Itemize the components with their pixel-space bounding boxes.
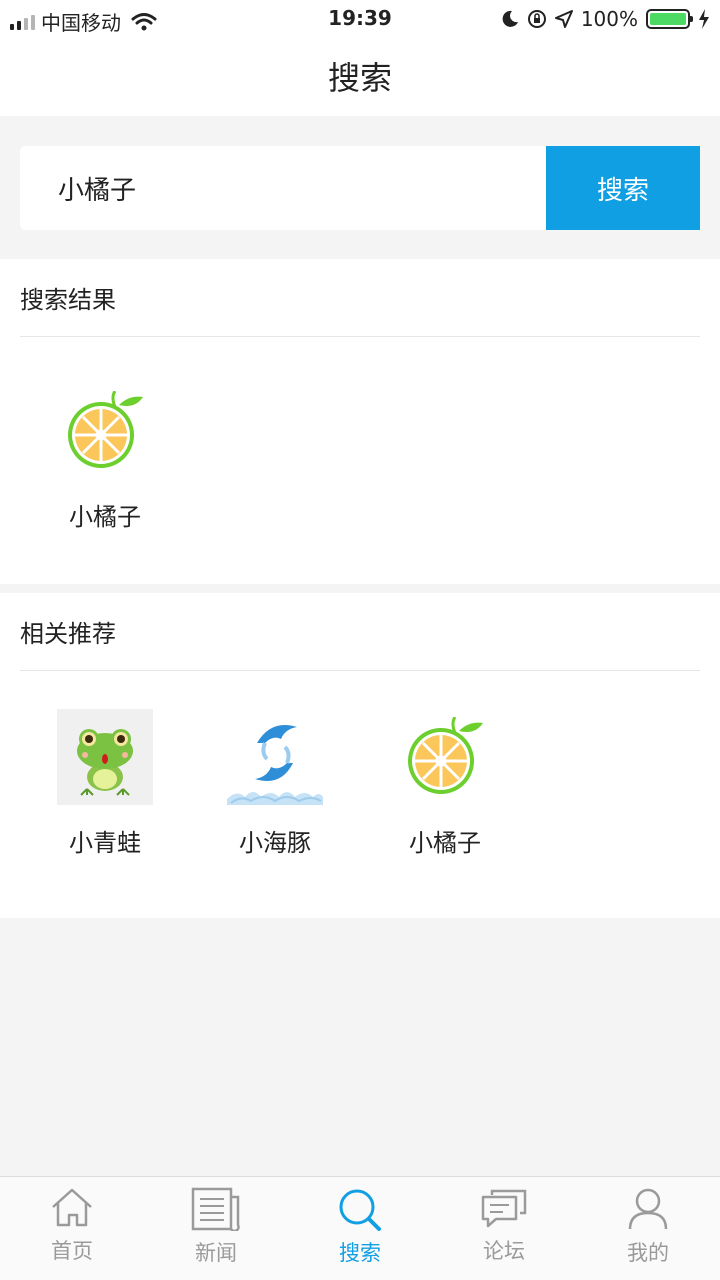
frog-icon (57, 709, 153, 805)
recommend-title: 相关推荐 (20, 593, 700, 671)
nav-bar: 搜索 (0, 36, 720, 116)
recommend-panel: 相关推荐 小青蛙 小海豚 小橘子 (0, 593, 720, 918)
tab-home[interactable]: 首页 (0, 1177, 144, 1280)
search-button[interactable]: 搜索 (546, 146, 700, 230)
location-icon (554, 10, 573, 28)
moon-icon (502, 10, 518, 27)
tab-profile-label: 我的 (627, 1241, 669, 1265)
search-bar: 搜索 (20, 146, 700, 230)
orange-icon (57, 383, 153, 479)
tab-news-label: 新闻 (195, 1241, 237, 1265)
recommend-item-label: 小海豚 (239, 829, 311, 857)
result-item[interactable]: 小橘子 (20, 383, 190, 532)
tab-search[interactable]: 搜索 (288, 1177, 432, 1280)
dolphin-icon (227, 709, 323, 805)
tab-forum-label: 论坛 (483, 1239, 525, 1263)
recommend-item[interactable]: 小海豚 (190, 709, 360, 858)
forum-icon (481, 1189, 527, 1228)
recommend-item[interactable]: 小橘子 (360, 709, 530, 858)
battery-icon (646, 9, 693, 29)
tab-news[interactable]: 新闻 (144, 1177, 288, 1280)
tab-home-label: 首页 (51, 1239, 93, 1263)
search-results-title: 搜索结果 (20, 259, 700, 337)
search-results-panel: 搜索结果 小橘子 (0, 259, 720, 584)
tab-search-label: 搜索 (339, 1241, 381, 1265)
home-icon (52, 1188, 92, 1227)
search-input[interactable] (20, 146, 546, 230)
tab-bar: 首页 新闻 搜索 论坛 我的 (0, 1176, 720, 1280)
recommend-item-label: 小青蛙 (69, 829, 141, 857)
status-right: 100% (501, 7, 710, 31)
orange-icon (397, 709, 493, 805)
recommend-item[interactable]: 小青蛙 (20, 709, 190, 858)
profile-icon (628, 1188, 668, 1230)
tab-profile[interactable]: 我的 (576, 1177, 720, 1280)
rotation-lock-icon (527, 10, 546, 28)
battery-level (650, 13, 686, 25)
battery-percent: 100% (580, 7, 638, 31)
result-item-label: 小橘子 (69, 503, 141, 531)
search-icon (339, 1189, 381, 1231)
news-icon (191, 1187, 240, 1231)
status-bar: 中国移动 19:39 100% (0, 0, 720, 36)
charging-icon (699, 9, 709, 29)
recommend-grid: 小青蛙 小海豚 小橘子 (0, 671, 720, 858)
search-results-grid: 小橘子 (0, 337, 720, 532)
page-title: 搜索 (327, 59, 392, 97)
tab-forum[interactable]: 论坛 (432, 1177, 576, 1280)
recommend-item-label: 小橘子 (409, 829, 481, 857)
